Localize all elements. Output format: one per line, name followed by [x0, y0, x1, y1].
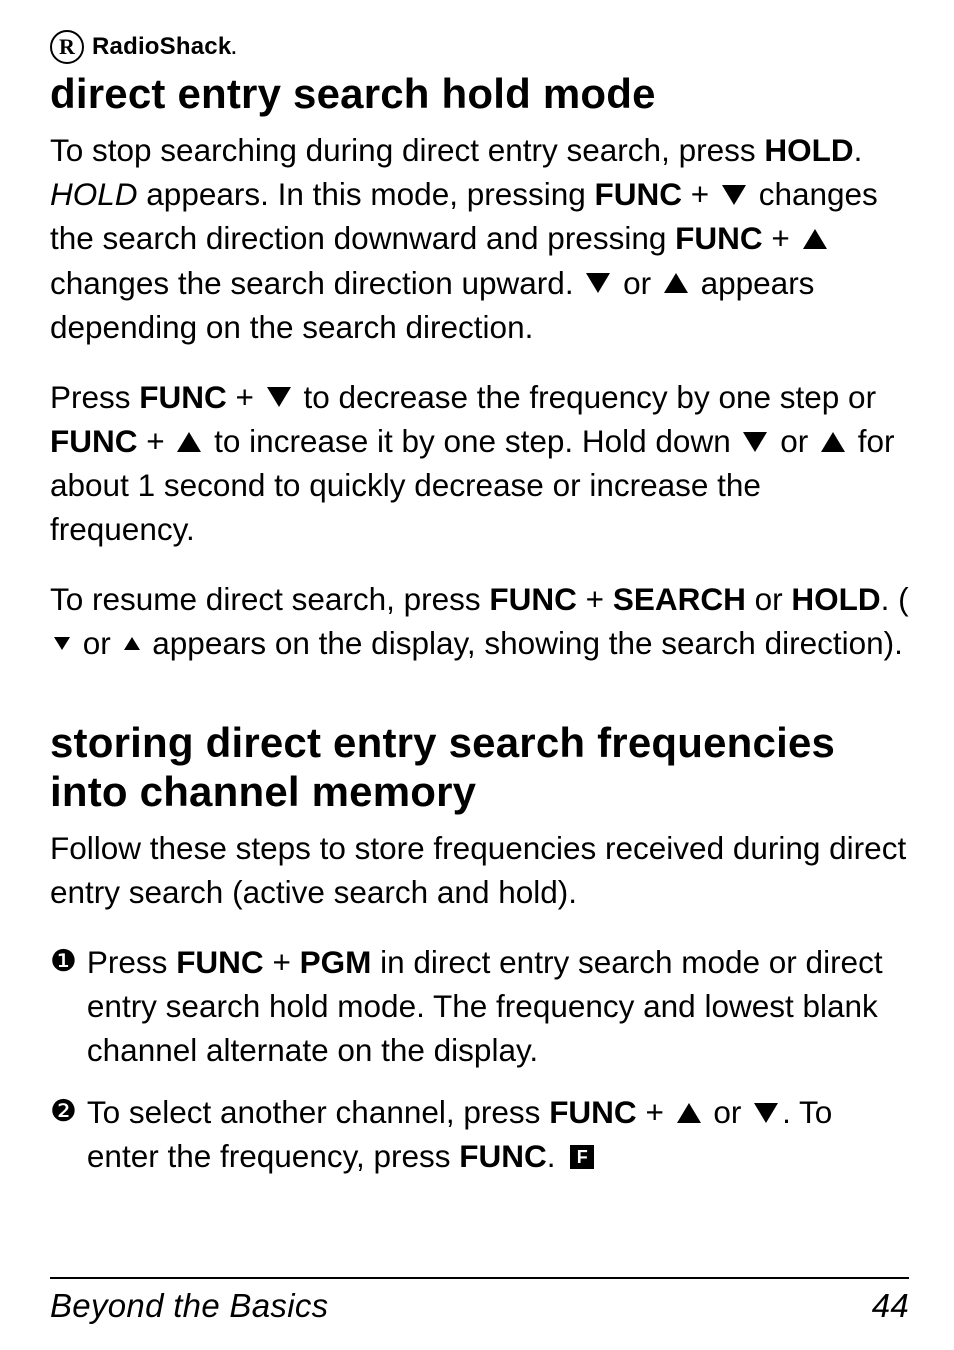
brand-header: R RadioShack. — [50, 30, 909, 64]
triangle-up-icon — [677, 1103, 701, 1123]
triangle-down-icon — [743, 432, 767, 452]
triangle-up-small-icon — [124, 637, 140, 650]
para-step-frequency: Press FUNC + to decrease the frequency b… — [50, 375, 909, 551]
para-storing-intro: Follow these steps to store frequencies … — [50, 826, 909, 914]
step-1-body: Press FUNC + PGM in direct entry search … — [87, 940, 909, 1072]
step-2: ❷ To select another channel, press FUNC … — [50, 1090, 909, 1178]
step-2-marker: ❷ — [50, 1090, 77, 1178]
triangle-down-icon — [267, 387, 291, 407]
triangle-down-icon — [754, 1103, 778, 1123]
para-hold-mode: To stop searching during direct entry se… — [50, 128, 909, 348]
footer-page-number: 44 — [872, 1287, 909, 1325]
triangle-up-icon — [821, 432, 845, 452]
f-key-icon: F — [570, 1145, 594, 1169]
brand-mark-icon: R — [50, 30, 84, 64]
footer-divider — [50, 1277, 909, 1279]
triangle-down-icon — [586, 273, 610, 293]
page-footer: Beyond the Basics 44 — [50, 1287, 909, 1325]
step-1-marker: ❶ — [50, 940, 77, 1072]
section-heading-direct-entry-hold: direct entry search hold mode — [50, 70, 909, 118]
section-heading-storing: storing direct entry search frequencies … — [50, 719, 909, 816]
triangle-up-icon — [803, 229, 827, 249]
step-1: ❶ Press FUNC + PGM in direct entry searc… — [50, 940, 909, 1072]
para-resume-search: To resume direct search, press FUNC + SE… — [50, 577, 909, 665]
triangle-down-small-icon — [54, 637, 70, 650]
footer-section-name: Beyond the Basics — [50, 1287, 328, 1325]
step-2-body: To select another channel, press FUNC + … — [87, 1090, 909, 1178]
brand-name: RadioShack. — [92, 33, 236, 61]
triangle-up-icon — [664, 273, 688, 293]
triangle-down-icon — [722, 185, 746, 205]
triangle-up-icon — [177, 432, 201, 452]
